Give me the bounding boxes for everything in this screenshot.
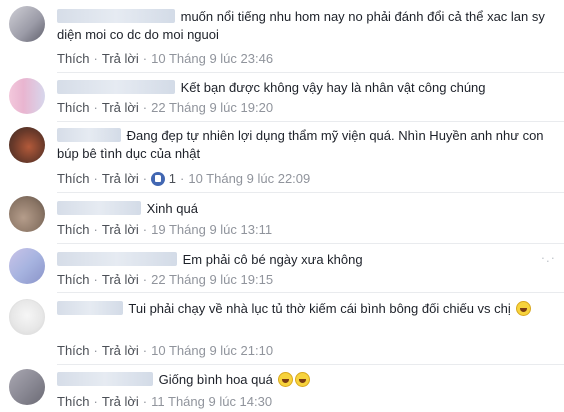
separator: · [142,272,148,287]
separator: · [93,100,98,115]
divider [57,292,564,293]
avatar[interactable] [9,78,45,114]
separator: · [142,171,148,186]
divider [57,121,564,122]
like-link[interactable]: Thích [57,171,90,186]
reply-link[interactable]: Trả lời [102,51,139,66]
reply-link[interactable]: Trả lời [102,343,139,358]
separator: · [93,171,98,186]
reply-link[interactable]: Trả lời [102,272,139,287]
comment-text-block: Giống bình hoa quá [57,371,550,389]
like-link[interactable]: Thích [57,51,90,66]
comment-text-block: Xinh quá [57,200,550,218]
separator: · [142,343,148,358]
blurred-author-name[interactable] [57,80,175,94]
blurred-author-name[interactable] [57,201,141,215]
avatar[interactable] [9,196,45,232]
like-reaction-icon[interactable] [151,172,166,186]
reaction-count[interactable]: 1 [169,171,176,186]
blurred-author-name[interactable] [57,301,123,315]
avatar[interactable] [9,127,45,163]
divider [57,72,564,73]
comment-text: Em phải cô bé ngày xưa không [182,252,363,267]
reply-link[interactable]: Trả lời [102,100,139,115]
comment-text-block: Em phải cô bé ngày xưa không [57,251,550,269]
separator: · [142,100,148,115]
avatar[interactable] [9,369,45,405]
separator: · [93,343,98,358]
comment-text: Xinh quá [146,201,198,216]
comment-actions: Thích · Trả lời · 11 Tháng 9 lúc 14:30 [57,394,272,410]
blurred-author-name[interactable] [57,252,177,266]
reply-link[interactable]: Trả lời [102,222,139,237]
blurred-author-name[interactable] [57,128,121,142]
timestamp[interactable]: 19 Tháng 9 lúc 13:11 [151,222,272,237]
comment-text: Giống bình hoa quá [158,372,273,387]
timestamp[interactable]: 10 Tháng 9 lúc 22:09 [188,171,310,186]
avatar[interactable] [9,6,45,42]
comment-text: Đang đẹp tự nhiên lợi dụng thẩm mỹ viện … [57,128,544,161]
separator: · [93,222,98,237]
divider [57,192,564,193]
blurred-author-name[interactable] [57,9,175,23]
laughing-emoji-icon [295,372,311,387]
separator: · [93,272,98,287]
reply-link[interactable]: Trả lời [102,171,139,186]
like-link[interactable]: Thích [57,272,90,287]
avatar[interactable] [9,299,45,335]
separator: · [93,394,98,409]
comment-text-block: Đang đẹp tự nhiên lợi dụng thẩm mỹ viện … [57,127,550,163]
separator: · [142,222,148,237]
like-link[interactable]: Thích [57,343,90,358]
timestamp[interactable]: 22 Tháng 9 lúc 19:20 [151,100,273,115]
comment-text: Kết bạn được không vậy hay là nhân vật c… [180,80,486,95]
comment-text: Tui phải chạy về nhà lục tủ thờ kiếm cái… [128,301,511,316]
comment-actions: Thích · Trả lời · 22 Tháng 9 lúc 19:15 [57,272,273,288]
comment-actions: Thích · Trả lời · 10 Tháng 9 lúc 23:46 [57,51,273,67]
comment-text-block: Tui phải chạy về nhà lục tủ thờ kiếm cái… [57,300,550,318]
comment-actions: Thích · Trả lời · 10 Tháng 9 lúc 21:10 [57,343,273,359]
like-link[interactable]: Thích [57,100,90,115]
separator: · [142,394,148,409]
comment-actions: Thích · Trả lời · 22 Tháng 9 lúc 19:20 [57,100,273,116]
comment-actions: Thích · Trả lời · 19 Tháng 9 lúc 13:11 [57,222,272,238]
more-options-icon[interactable]: ·.· [541,250,556,265]
laughing-emoji-icon [516,301,532,316]
divider [57,243,564,244]
timestamp[interactable]: 22 Tháng 9 lúc 19:15 [151,272,273,287]
blurred-author-name[interactable] [57,372,153,386]
reply-link[interactable]: Trả lời [102,394,139,409]
timestamp[interactable]: 11 Tháng 9 lúc 14:30 [151,394,272,409]
comment-actions: Thích · Trả lời · 1 · 10 Tháng 9 lúc 22:09 [57,171,310,187]
comment-text-block: Kết bạn được không vậy hay là nhân vật c… [57,79,550,97]
like-link[interactable]: Thích [57,394,90,409]
timestamp[interactable]: 10 Tháng 9 lúc 23:46 [151,51,273,66]
timestamp[interactable]: 10 Tháng 9 lúc 21:10 [151,343,273,358]
comment-text-block: muốn nổi tiếng nhu hom nay no phải đánh … [57,8,550,44]
avatar[interactable] [9,248,45,284]
divider [57,364,564,365]
laughing-emoji-icon [278,372,294,387]
separator: · [142,51,148,66]
separator: · [93,51,98,66]
like-link[interactable]: Thích [57,222,90,237]
separator: · [180,171,185,186]
